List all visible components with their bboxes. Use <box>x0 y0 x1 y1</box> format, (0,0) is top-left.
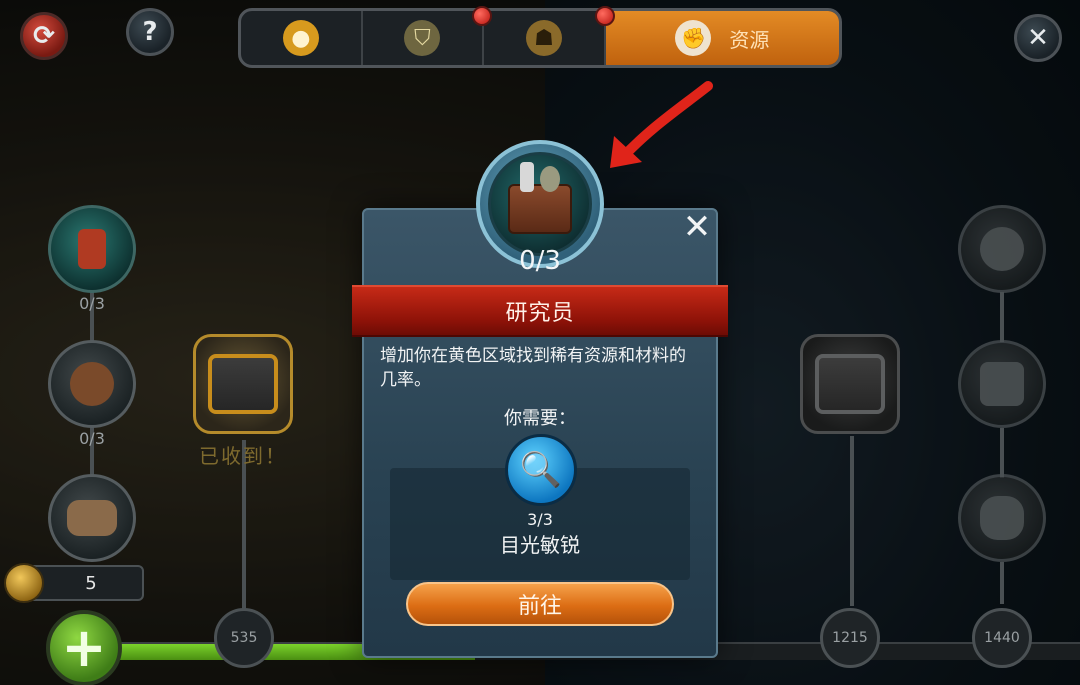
tree-connector <box>1000 428 1004 478</box>
refresh-button[interactable]: ⟳ <box>20 12 68 60</box>
tab-resources-label: 资源 <box>729 27 770 52</box>
close-icon: ✕ <box>1027 23 1049 53</box>
resource-node-locked[interactable] <box>958 474 1046 562</box>
barrel-icon <box>78 229 106 269</box>
help-icon: ? <box>142 17 158 47</box>
resource-node-barrel[interactable] <box>48 205 136 293</box>
resource-node-locked[interactable] <box>958 340 1046 428</box>
skill-description: 增加你在黄色区域找到稀有资源和材料的几率。 <box>380 346 686 390</box>
cotton-icon <box>980 496 1024 540</box>
resource-node-seeds[interactable] <box>48 340 136 428</box>
annotation-arrow-icon <box>610 81 713 168</box>
close-screen-button[interactable]: ✕ <box>1014 14 1062 62</box>
tree-connector <box>1000 562 1004 604</box>
tab-resources[interactable]: ✊ 资源 <box>605 11 839 65</box>
resource-node-sack[interactable] <box>48 474 136 562</box>
go-button[interactable]: 前往 <box>406 582 674 626</box>
lightbulb-icon: ● <box>282 20 319 56</box>
skill-title: 研究员 <box>505 301 575 326</box>
refresh-icon: ⟳ <box>33 21 55 51</box>
requirement-name: 目光敏锐 <box>500 533 580 557</box>
category-tabs: ● ⛉ ☗ ✊ 资源 <box>238 8 842 68</box>
node-count: 0/3 <box>79 429 105 448</box>
game-screen: ⟳ ? ● ⛉ ☗ ✊ 资源 ✕ 0/3 0/3 已收到！ 535 1215 1… <box>0 0 1080 685</box>
close-icon: ✕ <box>682 207 712 247</box>
gasmask-icon: ☗ <box>525 20 562 56</box>
tab-survival[interactable]: ☗ <box>484 11 606 65</box>
milestone-marker: 1440 <box>972 608 1032 668</box>
resource-count: 5 <box>85 572 97 594</box>
shield-crossed-icon: ⛉ <box>404 20 441 56</box>
skill-progress: 0/3 <box>519 246 561 276</box>
seed-pot-icon <box>70 362 114 406</box>
go-button-label: 前往 <box>517 594 562 619</box>
locked-chest[interactable] <box>800 334 900 434</box>
resource-counter: 5 <box>28 565 144 601</box>
tab-research[interactable]: ● <box>241 11 363 65</box>
popup-close-button[interactable]: ✕ <box>678 207 716 247</box>
reward-chest[interactable] <box>193 334 293 434</box>
toolbag-icon <box>508 162 572 234</box>
fist-icon: ✊ <box>675 20 712 56</box>
help-button[interactable]: ? <box>126 8 174 56</box>
sack-icon <box>67 500 117 536</box>
skill-title-banner: 研究员 <box>352 285 728 337</box>
received-label: 已收到！ <box>199 444 287 468</box>
milestone-marker: 535 <box>214 608 274 668</box>
plus-icon: + <box>61 616 107 679</box>
notification-dot <box>595 6 615 26</box>
requirement-heading: 你需要： <box>504 408 576 429</box>
chest-icon <box>208 354 278 414</box>
notification-dot <box>472 6 492 26</box>
resource-coin-icon <box>4 563 44 603</box>
tree-connector <box>1000 292 1004 342</box>
tab-defense[interactable]: ⛉ <box>363 11 485 65</box>
chest-icon <box>815 354 885 414</box>
add-button[interactable]: + <box>46 610 122 685</box>
resource-node-locked[interactable] <box>958 205 1046 293</box>
tree-connector <box>850 436 854 606</box>
magnifier-lightning-icon: 🔍 <box>505 434 577 506</box>
node-count: 0/3 <box>79 294 105 313</box>
requirement-count: 3/3 <box>527 510 553 529</box>
ore-icon <box>980 362 1024 406</box>
tank-icon <box>980 227 1024 271</box>
skill-icon <box>488 152 592 256</box>
milestone-marker: 1215 <box>820 608 880 668</box>
